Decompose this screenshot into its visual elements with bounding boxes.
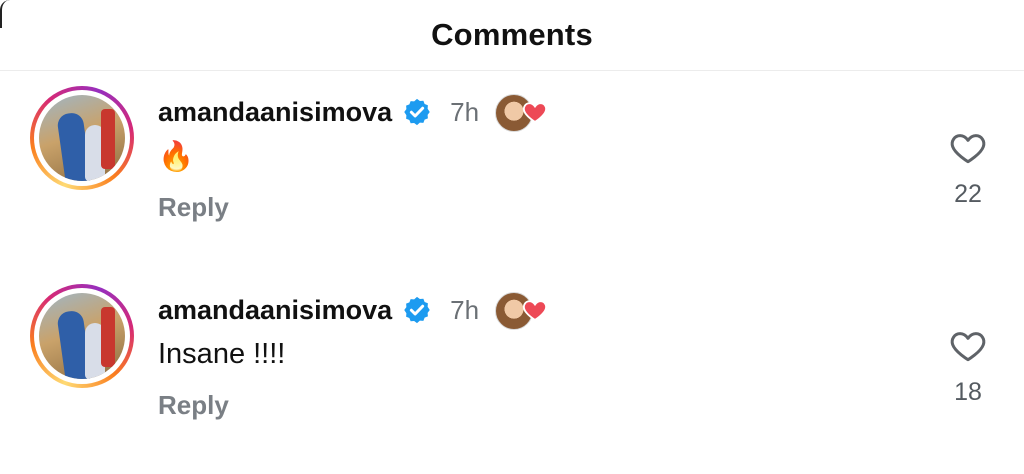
verified-badge-icon [404,98,430,126]
like-control: 22 [942,128,994,209]
window-corner [0,0,12,28]
like-count: 22 [954,180,982,208]
heart-outline-icon[interactable] [947,128,989,168]
avatar-photo [39,293,125,379]
avatar-photo [39,95,125,181]
comment-time: 7h [450,294,480,325]
comment-item: amandaanisimova 7h Insane !!!! Reply 18 [0,284,1024,474]
creator-like-indicator [495,290,549,330]
avatar-flag [101,109,115,169]
comment-text: Insane !!!! [158,338,286,370]
avatar[interactable] [30,284,134,388]
reply-button[interactable]: Reply [158,192,229,223]
creator-heart-icon [523,300,548,322]
like-control: 18 [942,326,994,407]
verified-badge-icon [404,296,430,324]
heart-outline-icon[interactable] [947,326,989,366]
avatar[interactable] [30,86,134,190]
creator-like-indicator [495,92,549,132]
comment-meta: amandaanisimova 7h [158,290,549,330]
creator-heart-icon [523,102,548,124]
page-title: Comments [431,17,593,52]
avatar-flag [101,307,115,367]
reply-button[interactable]: Reply [158,390,229,421]
comment-text: 🔥 [158,141,195,173]
like-count: 18 [954,378,982,406]
comments-header: Comments [0,0,1024,71]
comment-meta: amandaanisimova 7h [158,92,549,132]
comment-item: amandaanisimova 7h 🔥 Reply 22 [0,86,1024,276]
username[interactable]: amandaanisimova [158,295,392,326]
comment-time: 7h [450,96,480,127]
username[interactable]: amandaanisimova [158,97,392,128]
